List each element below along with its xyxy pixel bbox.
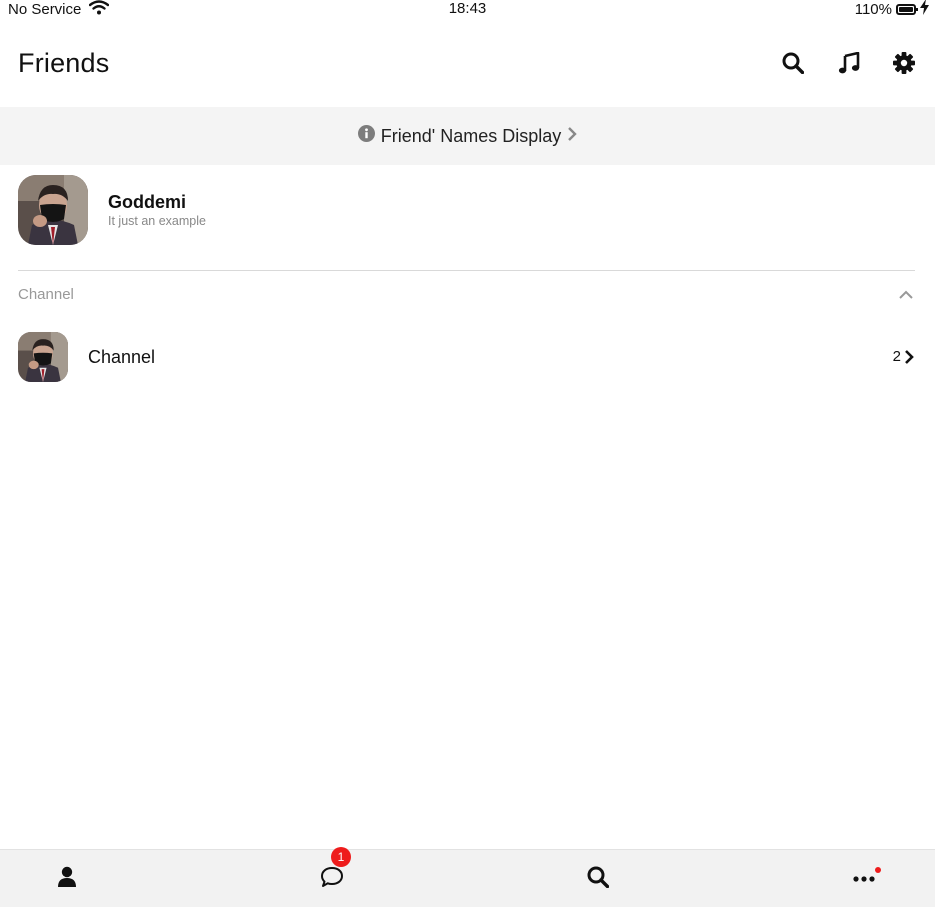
chats-tab[interactable] <box>317 864 347 894</box>
chat-bubble-icon <box>320 866 344 893</box>
search-icon <box>587 866 610 893</box>
clock: 18:43 <box>448 0 487 17</box>
my-profile-row[interactable]: Goddemi It just an example <box>18 175 915 247</box>
charging-icon <box>920 0 929 19</box>
banner-text: Friend' Names Display <box>380 125 562 146</box>
search-icon[interactable] <box>780 50 806 76</box>
more-dots-icon <box>853 870 875 888</box>
profile-status-message: It just an example <box>108 214 206 228</box>
chevron-up-icon[interactable] <box>897 284 915 304</box>
status-bar: No Service 18:43 110% <box>0 0 935 20</box>
channel-count: 2 <box>892 348 901 365</box>
channel-name: Channel <box>88 347 156 367</box>
header: Friends <box>0 40 935 90</box>
unread-badge: 1 <box>331 847 351 867</box>
music-note-icon[interactable] <box>836 50 862 76</box>
section-title: Channel <box>18 286 74 303</box>
info-icon <box>357 125 375 147</box>
search-tab[interactable] <box>583 864 613 894</box>
friends-tab[interactable] <box>52 864 82 894</box>
chevron-right-icon <box>903 349 915 365</box>
channel-row[interactable]: Channel 2 <box>18 332 915 382</box>
person-icon <box>57 866 77 893</box>
new-indicator-dot <box>875 867 881 873</box>
gear-icon[interactable] <box>891 50 917 76</box>
status-right: 110% <box>855 0 929 18</box>
channel-section-header[interactable]: Channel <box>18 284 915 306</box>
profile-name: Goddemi <box>108 192 187 212</box>
names-display-banner[interactable]: Friend' Names Display <box>0 107 935 165</box>
battery-icon <box>896 3 918 15</box>
divider <box>18 270 915 271</box>
avatar <box>18 175 88 245</box>
tab-bar: 1 <box>0 847 935 907</box>
chevron-right-icon <box>567 126 577 147</box>
page-title: Friends <box>18 48 110 78</box>
channel-avatar <box>18 332 68 382</box>
battery-percent: 110% <box>854 0 892 18</box>
